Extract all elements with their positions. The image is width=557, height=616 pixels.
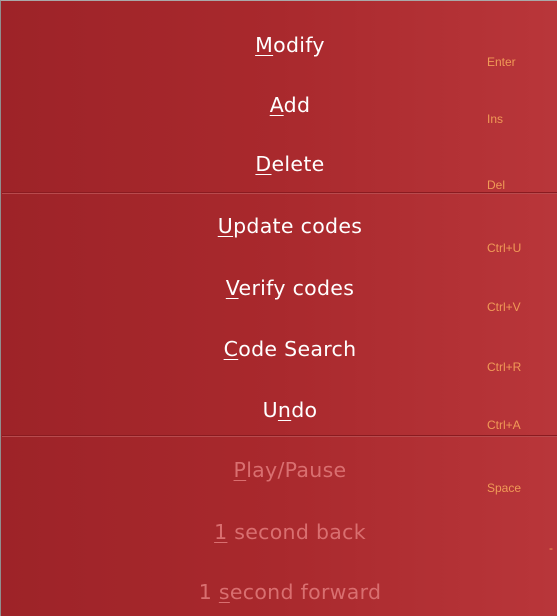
menu-item-play-pause[interactable]: Play/Pause Space <box>1 436 541 496</box>
mnemonic-underline: C <box>223 337 239 361</box>
menu-item-label: Play/Pause <box>233 458 347 482</box>
menu-item-modify[interactable]: Modify Enter <box>1 1 541 69</box>
mnemonic-underline: M <box>255 33 274 57</box>
mnemonic-underline: P <box>233 458 247 482</box>
menu-item-delete[interactable]: Delete Del <box>1 121 541 192</box>
shortcut-label: Ctrl+A <box>487 418 521 432</box>
context-menu: Modify Enter Add Ins Delete Del Update c… <box>0 0 557 616</box>
menu-item-add[interactable]: Add Ins <box>1 61 541 126</box>
menu-item-label: Undo <box>262 398 318 422</box>
mnemonic-underline: U <box>217 214 234 238</box>
menu-item-label: 1 second back <box>214 520 366 544</box>
menu-item-undo[interactable]: Undo Ctrl+A <box>1 373 541 433</box>
menu-item-label: Verify codes <box>225 276 355 300</box>
menu-item-label: Code Search <box>223 337 357 361</box>
mnemonic-underline: 1 <box>214 520 228 544</box>
menu-item-label: 1 second forward <box>198 580 382 604</box>
menu-item-label: Modify <box>255 33 325 57</box>
menu-item-label: Add <box>269 93 311 117</box>
shortcut-label: - <box>549 541 553 555</box>
mnemonic-underline: V <box>225 276 239 300</box>
menu-item-update-codes[interactable]: Update codes Ctrl+U <box>1 193 541 255</box>
shortcut-label: Space <box>487 481 522 495</box>
menu-item-label: Update codes <box>217 214 363 238</box>
menu-item-1-second-back[interactable]: 1 second back - <box>1 496 553 556</box>
mnemonic-underline: n <box>277 398 292 422</box>
menu-item-label: Delete <box>255 152 325 176</box>
menu-item-verify-codes[interactable]: Verify codes Ctrl+V <box>1 253 541 314</box>
shortcut-label: Del <box>487 178 506 192</box>
mnemonic-underline: D <box>255 152 272 176</box>
menu-item-1-second-forward[interactable]: 1 second forward <box>1 556 541 616</box>
menu-item-code-search[interactable]: Code Search Ctrl+R <box>1 313 541 374</box>
mnemonic-underline: s <box>218 580 230 604</box>
mnemonic-underline: A <box>269 93 284 117</box>
